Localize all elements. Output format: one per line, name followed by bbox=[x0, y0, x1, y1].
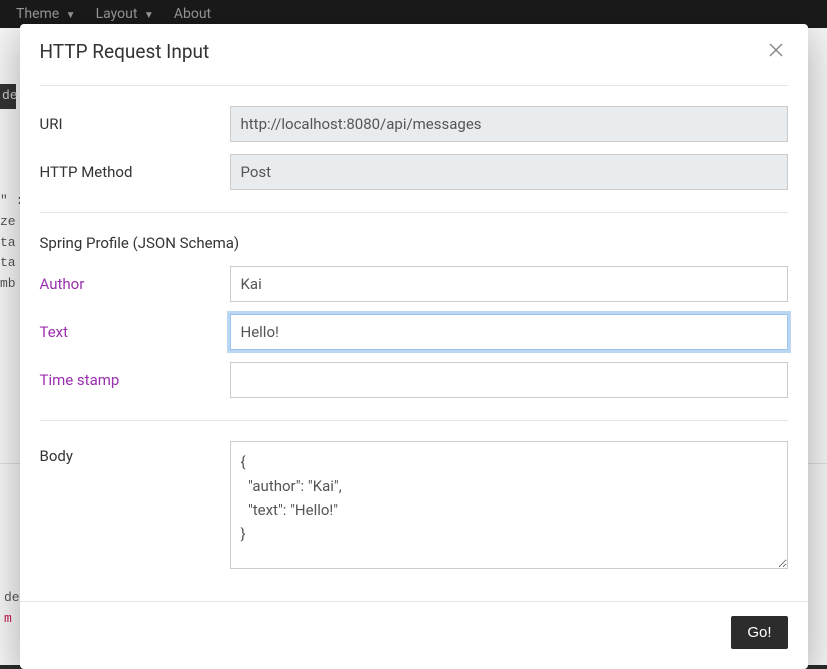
modal-overlay: HTTP Request Input URI HTTP Method Sprin… bbox=[0, 0, 827, 665]
uri-label: URI bbox=[40, 115, 230, 133]
method-row: HTTP Method bbox=[40, 154, 788, 190]
timestamp-label: Time stamp bbox=[40, 371, 230, 389]
text-row: Text bbox=[40, 314, 788, 350]
timestamp-row: Time stamp bbox=[40, 362, 788, 398]
uri-row: URI bbox=[40, 106, 788, 142]
author-field[interactable] bbox=[230, 266, 788, 302]
divider bbox=[40, 85, 788, 86]
text-field[interactable] bbox=[230, 314, 788, 350]
author-label: Author bbox=[40, 275, 230, 293]
close-icon bbox=[768, 42, 784, 62]
method-field[interactable] bbox=[230, 154, 788, 190]
modal-title: HTTP Request Input bbox=[40, 40, 210, 63]
modal-header: HTTP Request Input bbox=[20, 24, 808, 77]
http-request-modal: HTTP Request Input URI HTTP Method Sprin… bbox=[20, 24, 808, 669]
modal-footer: Go! bbox=[20, 601, 808, 669]
modal-body: URI HTTP Method Spring Profile (JSON Sch… bbox=[20, 85, 808, 597]
method-label: HTTP Method bbox=[40, 163, 230, 181]
divider bbox=[40, 212, 788, 213]
body-row: Body bbox=[40, 441, 788, 569]
body-label: Body bbox=[40, 441, 230, 465]
body-field[interactable] bbox=[230, 441, 788, 569]
profile-section-row: Spring Profile (JSON Schema) bbox=[40, 233, 788, 252]
close-button[interactable] bbox=[764, 38, 788, 65]
go-button[interactable]: Go! bbox=[731, 616, 787, 649]
profile-section-label: Spring Profile (JSON Schema) bbox=[40, 234, 240, 252]
text-label: Text bbox=[40, 323, 230, 341]
timestamp-field[interactable] bbox=[230, 362, 788, 398]
author-row: Author bbox=[40, 266, 788, 302]
uri-field[interactable] bbox=[230, 106, 788, 142]
divider bbox=[40, 420, 788, 421]
